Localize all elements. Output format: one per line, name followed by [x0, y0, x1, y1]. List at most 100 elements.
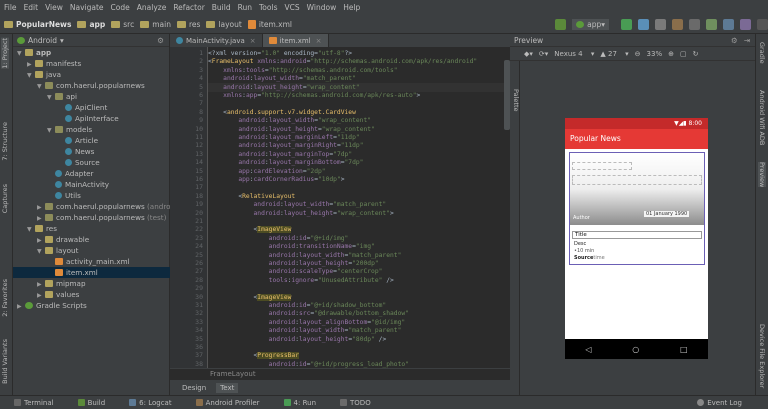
refresh-icon[interactable]: ↻ — [693, 50, 699, 58]
terminal-tab[interactable]: Terminal — [14, 399, 66, 407]
breadcrumb-main[interactable]: main — [140, 20, 171, 29]
tree-item[interactable]: ▶com.haerul.popularnews (androidTest) — [13, 201, 194, 212]
menu-view[interactable]: View — [45, 3, 63, 12]
tree-item[interactable]: ApiInterface — [13, 113, 170, 124]
zoom-out-icon[interactable]: ⊖ — [635, 50, 641, 58]
menu-refactor[interactable]: Refactor — [173, 3, 204, 12]
tab-design[interactable]: Design — [178, 383, 210, 393]
zoom-fit-icon[interactable]: ▢ — [680, 50, 687, 58]
code-line[interactable]: tools:ignore="UnusedAttribute" /> — [208, 276, 394, 285]
tab-gradle[interactable]: Gradle — [758, 42, 766, 64]
tab-project[interactable]: 1: Project — [1, 38, 9, 69]
tab-device-file-explorer[interactable]: Device File Explorer — [758, 324, 766, 388]
attach-icon[interactable] — [672, 18, 683, 30]
sync-icon[interactable] — [706, 18, 717, 30]
close-icon[interactable]: × — [250, 37, 256, 45]
menu-navigate[interactable]: Navigate — [70, 3, 104, 12]
minimize-icon[interactable]: ⇥ — [744, 36, 750, 45]
code-line[interactable]: android:layout_height="wrap_content"> — [208, 209, 394, 218]
home-icon[interactable]: ○ — [632, 345, 639, 354]
api-select[interactable]: ▲ 27 ▾ — [600, 50, 628, 58]
code-line[interactable]: android:id="@+id/progress_load_photo" — [208, 360, 409, 368]
build-tab[interactable]: Build — [77, 399, 118, 407]
tree-item[interactable]: ▼ app — [13, 47, 170, 58]
tab-wifi-adb[interactable]: Android Wifi ADB — [758, 90, 766, 145]
run-icon[interactable] — [621, 18, 632, 30]
menu-vcs[interactable]: VCS — [284, 3, 299, 12]
tree-item[interactable]: News — [13, 146, 170, 157]
tree-item[interactable]: ▼ models — [13, 124, 170, 135]
tree-item[interactable]: Article — [13, 135, 170, 146]
sdk-manager-icon[interactable] — [740, 18, 751, 30]
event-log-tab[interactable]: Event Log — [697, 399, 754, 407]
tree-item[interactable]: ▶ manifests — [13, 58, 170, 69]
breadcrumb-project[interactable]: PopularNews — [4, 20, 71, 29]
tab-preview[interactable]: Preview — [758, 162, 766, 188]
todo-tab[interactable]: TODO — [340, 399, 383, 407]
menu-analyze[interactable]: Analyze — [137, 3, 167, 12]
chevron-right-icon[interactable]: ▶ — [17, 301, 25, 312]
avd-manager-icon[interactable] — [723, 18, 734, 30]
device-select[interactable]: Nexus 4 ▾ — [554, 50, 594, 58]
recents-icon[interactable]: □ — [680, 345, 688, 354]
tree-item[interactable]: item.xml — [13, 267, 170, 278]
tree-item[interactable]: MainActivity — [13, 179, 170, 190]
tree-item[interactable]: ▶ values — [13, 289, 170, 300]
tree-item[interactable]: ApiClient — [13, 102, 170, 113]
zoom-in-icon[interactable]: ⊕ — [668, 50, 674, 58]
menu-edit[interactable]: Edit — [24, 3, 39, 12]
tab-structure[interactable]: 7: Structure — [1, 122, 9, 161]
stop-icon[interactable] — [689, 18, 700, 30]
project-view-select[interactable]: Android — [28, 36, 57, 45]
editor-tab[interactable]: item.xml × — [262, 34, 329, 47]
editor-tab[interactable]: MainActivity.java × — [170, 34, 263, 47]
tree-item[interactable]: Source — [13, 157, 170, 168]
menu-window[interactable]: Window — [307, 3, 337, 12]
run-config-select[interactable]: app ▾ — [572, 18, 609, 30]
tab-text[interactable]: Text — [216, 382, 239, 393]
tree-item[interactable]: ▶ Gradle Scripts — [13, 300, 170, 311]
gear-icon[interactable]: ⚙ — [157, 36, 164, 45]
search-icon[interactable] — [757, 18, 768, 30]
tree-item[interactable]: Utils — [13, 190, 170, 201]
logcat-tab[interactable]: 6: Logcat — [129, 399, 183, 407]
menu-file[interactable]: File — [4, 3, 17, 12]
make-icon[interactable] — [555, 18, 567, 30]
gear-icon[interactable]: ⚙ — [731, 36, 738, 45]
code-line[interactable]: app:cardCornerRadius="10dp"> — [208, 175, 344, 184]
close-icon[interactable]: × — [316, 37, 322, 45]
back-icon[interactable]: ◁ — [585, 345, 591, 354]
profile-icon[interactable] — [655, 18, 666, 30]
tree-item[interactable]: ▼ layout — [13, 245, 170, 256]
chevron-down-icon[interactable]: ▾ — [60, 36, 64, 45]
code-editor[interactable]: <?xml version="1.0" encoding="utf-8"?> <F… — [208, 47, 510, 368]
tree-item[interactable]: ▶ mipmap — [13, 278, 170, 289]
orientation-icon[interactable]: ⟳▾ — [539, 50, 548, 58]
code-line[interactable]: xmlns:app="http://schemas.android.com/ap… — [208, 91, 420, 100]
menu-run[interactable]: Run — [238, 3, 252, 12]
breadcrumb-app[interactable]: app — [77, 20, 105, 29]
layers-icon[interactable]: ◆▾ — [524, 50, 533, 58]
palette-label[interactable]: Palette — [512, 89, 520, 112]
tree-item[interactable]: ▶ com.haerul.popularnews (test) — [13, 212, 170, 223]
breadcrumb-file[interactable]: item.xml — [247, 19, 292, 29]
tree-item[interactable]: ▼ res — [13, 223, 170, 234]
breadcrumb-res[interactable]: res — [176, 20, 200, 29]
tree-item[interactable]: ▼ api — [13, 91, 170, 102]
menu-tools[interactable]: Tools — [259, 3, 277, 12]
menu-code[interactable]: Code — [111, 3, 130, 12]
tree-item[interactable]: ▼ java — [13, 69, 170, 80]
menu-build[interactable]: Build — [212, 3, 231, 12]
tab-captures[interactable]: Captures — [1, 184, 9, 213]
tree-item[interactable]: ▶ drawable — [13, 234, 170, 245]
tree-item[interactable]: Adapter — [13, 168, 170, 179]
breadcrumb-layout[interactable]: layout — [206, 20, 242, 29]
run-tab[interactable]: 4: Run — [283, 399, 328, 407]
card-preview[interactable]: Author 01 January 1990 Title Desc •10 mi… — [569, 152, 705, 265]
debug-icon[interactable] — [638, 18, 649, 30]
tree-item[interactable]: ▼ com.haerul.popularnews — [13, 80, 170, 91]
tree-item[interactable]: activity_main.xml — [13, 256, 170, 267]
menu-help[interactable]: Help — [343, 3, 360, 12]
tab-favorites[interactable]: 2: Favorites — [1, 279, 9, 317]
code-line[interactable]: android:layout_height="80dp" /> — [208, 335, 387, 344]
